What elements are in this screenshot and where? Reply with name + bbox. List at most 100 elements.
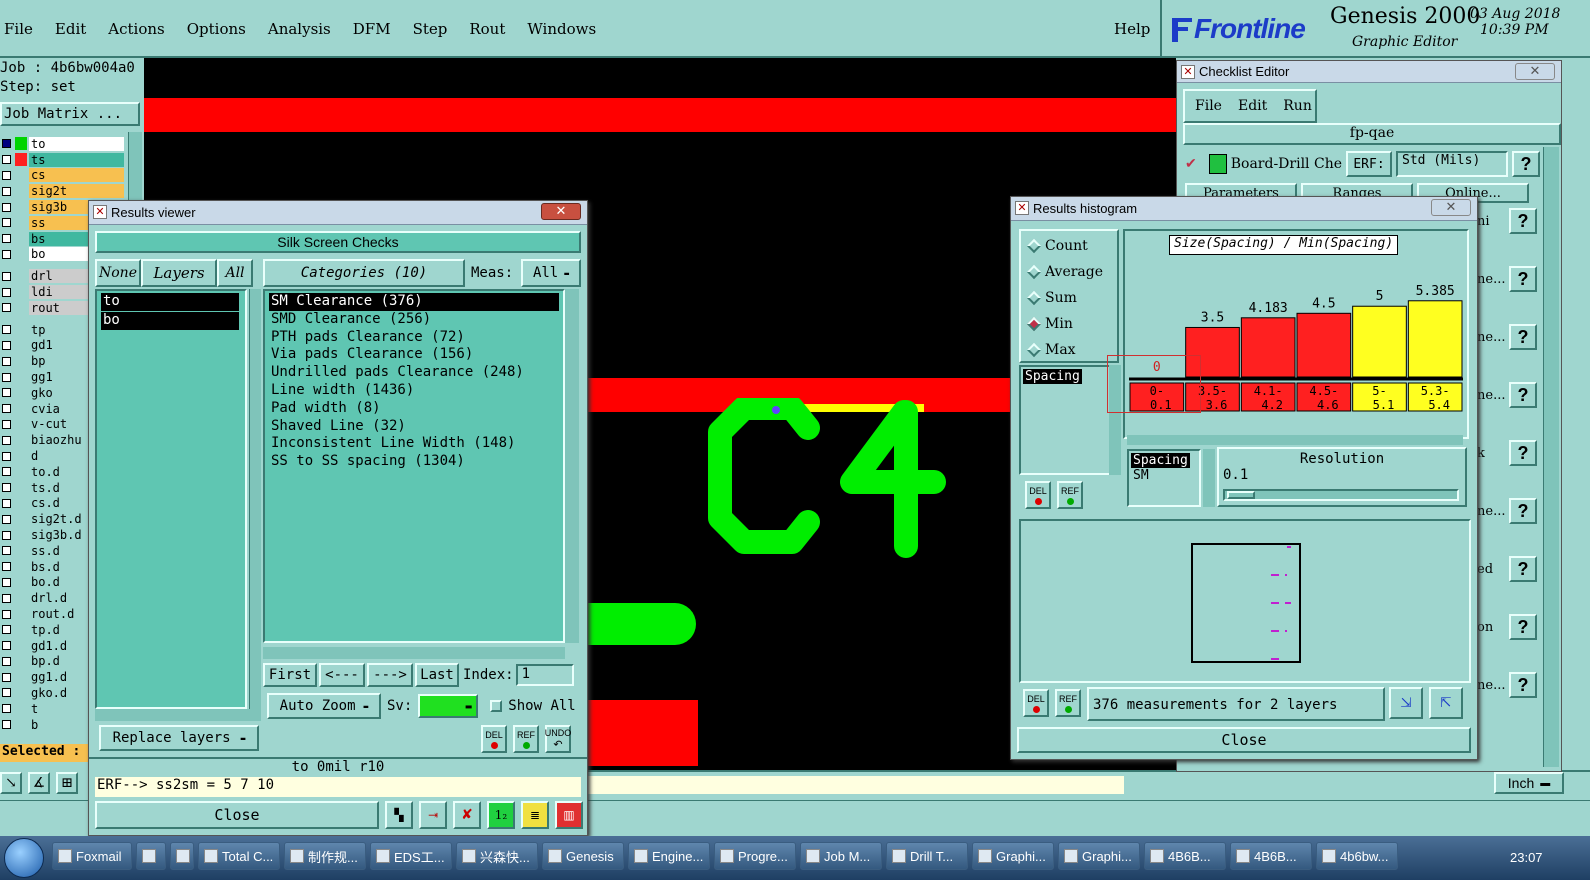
layer-checkbox[interactable]: [2, 388, 11, 398]
layer-checkbox[interactable]: [2, 234, 11, 244]
hist-close-button[interactable]: Close: [1017, 727, 1471, 753]
delete-all-icon[interactable]: ✘: [453, 801, 481, 829]
histogram-icon[interactable]: ▥: [555, 801, 583, 829]
report-icon[interactable]: ≣: [521, 801, 549, 829]
results-viewer-titlebar[interactable]: ✕ Results viewer ✕: [89, 201, 587, 225]
layer-checkbox[interactable]: [2, 170, 11, 180]
help-question-icon[interactable]: ?: [1509, 672, 1537, 698]
layer-row[interactable]: to: [0, 136, 128, 152]
start-button[interactable]: [4, 838, 44, 878]
erf-button[interactable]: ERF:: [1346, 151, 1392, 177]
del-button[interactable]: DEL: [1025, 481, 1051, 509]
menu-item-edit[interactable]: Edit: [55, 20, 86, 38]
taskbar-item[interactable]: 4b6bw...: [1316, 842, 1398, 870]
taskbar-item[interactable]: Job M...: [800, 842, 882, 870]
layer-checkbox[interactable]: [2, 641, 11, 651]
layer-checkbox[interactable]: [2, 672, 11, 682]
sub-field-list[interactable]: Spacing SM: [1127, 449, 1201, 507]
mode-radio-count[interactable]: Count: [1026, 233, 1117, 259]
help-question-icon[interactable]: ?: [1509, 498, 1537, 524]
sub-field-item[interactable]: SM: [1131, 468, 1197, 483]
field-item[interactable]: Spacing: [1023, 369, 1082, 384]
layer-checkbox[interactable]: [2, 530, 11, 540]
checklist-side-row[interactable]: on?: [1477, 613, 1537, 641]
layer-checkbox[interactable]: [2, 625, 11, 635]
erf-value[interactable]: Std (Mils): [1396, 151, 1508, 177]
taskbar-item[interactable]: 4B6B...: [1230, 842, 1312, 870]
checklist-side-row[interactable]: ed?: [1477, 555, 1537, 583]
layer-checkbox[interactable]: [2, 356, 11, 366]
checklist-side-row[interactable]: ne...?: [1477, 381, 1537, 409]
histogram-bar[interactable]: [1407, 300, 1463, 378]
layer-checkbox[interactable]: [2, 186, 11, 196]
layer-checkbox[interactable]: [2, 419, 11, 429]
chart-hscrollbar[interactable]: [1127, 435, 1463, 445]
category-item[interactable]: Inconsistent Line Width (148): [269, 435, 563, 453]
checklist-menu-edit[interactable]: Edit: [1238, 98, 1267, 114]
category-item[interactable]: Line width (1436): [269, 382, 563, 400]
show-all-checkbox[interactable]: [490, 700, 503, 712]
category-item[interactable]: SM Clearance (376): [269, 293, 559, 311]
close-icon[interactable]: ✕: [1515, 63, 1555, 80]
last-button[interactable]: Last: [415, 663, 459, 687]
mode-radio-max[interactable]: Max: [1026, 337, 1117, 363]
none-button[interactable]: None: [95, 259, 141, 287]
checklist-side-row[interactable]: ne...?: [1477, 671, 1537, 699]
all-button[interactable]: All: [217, 259, 253, 287]
layer-checkbox[interactable]: [2, 372, 11, 382]
ref-button[interactable]: REF: [1057, 481, 1083, 509]
histogram-bar[interactable]: [1240, 317, 1296, 378]
taskbar-item[interactable]: 兴森快...: [456, 842, 538, 870]
layer-checkbox[interactable]: [2, 325, 11, 335]
layer-checkbox[interactable]: [2, 609, 11, 619]
taskbar-item[interactable]: EDS工...: [370, 842, 452, 870]
categories-hscrollbar[interactable]: [263, 647, 565, 659]
layer-row[interactable]: sig2t: [0, 183, 128, 199]
layer-checkbox[interactable]: [2, 577, 11, 587]
taskbar-item[interactable]: Drill T...: [886, 842, 968, 870]
menu-item-step[interactable]: Step: [413, 20, 448, 38]
auto-zoom-dropdown[interactable]: Auto Zoom ▬: [267, 693, 381, 719]
layer-checkbox[interactable]: [2, 202, 11, 212]
check-mark-icon[interactable]: ✔: [1185, 156, 1197, 172]
histogram-bar[interactable]: [1352, 305, 1407, 378]
layer-checkbox[interactable]: [2, 483, 11, 493]
checklist-side-row[interactable]: ne...?: [1477, 265, 1537, 293]
layer-checkbox[interactable]: [2, 287, 11, 297]
taskbar-item[interactable]: Graphi...: [1058, 842, 1140, 870]
help-question-icon[interactable]: ?: [1509, 324, 1537, 350]
checklist-row-label[interactable]: Board-Drill Che: [1231, 156, 1342, 172]
layer-checkbox[interactable]: [2, 340, 11, 350]
categories-scrollbar[interactable]: [565, 289, 579, 643]
category-item[interactable]: SS to SS spacing (1304): [269, 453, 563, 471]
replace-layers-dropdown[interactable]: Replace layers ▬: [99, 725, 259, 751]
category-item[interactable]: Pad width (8): [269, 400, 563, 418]
sub-field-item[interactable]: Spacing: [1131, 453, 1190, 468]
menu-item-rout[interactable]: Rout: [469, 20, 505, 38]
results-layer-item[interactable]: bo: [101, 311, 239, 330]
menu-item-windows[interactable]: Windows: [527, 20, 596, 38]
help-question-icon[interactable]: ?: [1509, 614, 1537, 640]
meas-dropdown[interactable]: All ▬: [521, 259, 581, 287]
layer-row[interactable]: cs: [0, 168, 128, 184]
layers-button[interactable]: Layers: [141, 259, 217, 287]
help-question-icon[interactable]: ?: [1509, 382, 1537, 408]
job-matrix-button[interactable]: Job Matrix ...: [0, 102, 140, 126]
resolution-slider[interactable]: [1223, 489, 1459, 501]
taskbar-item[interactable]: Progre...: [714, 842, 796, 870]
tool-arrow-icon[interactable]: ↘: [0, 772, 22, 794]
export-icon[interactable]: ⇲: [1389, 687, 1423, 719]
checklist-side-row[interactable]: k?: [1477, 439, 1537, 467]
layer-row[interactable]: ts: [0, 152, 128, 168]
next-button[interactable]: --->: [367, 663, 413, 687]
checklist-side-row[interactable]: ne...?: [1477, 323, 1537, 351]
menu-item-analysis[interactable]: Analysis: [268, 20, 331, 38]
layer-checkbox[interactable]: [2, 435, 11, 445]
taskbar-item[interactable]: Foxmail: [52, 842, 132, 870]
taskbar-item[interactable]: [170, 842, 194, 870]
taskbar-item[interactable]: 制作规...: [284, 842, 366, 870]
import-icon[interactable]: ⇱: [1429, 687, 1463, 719]
menu-item-file[interactable]: File: [4, 20, 33, 38]
category-item[interactable]: SMD Clearance (256): [269, 311, 563, 329]
checklist-menu-file[interactable]: File: [1195, 98, 1222, 114]
